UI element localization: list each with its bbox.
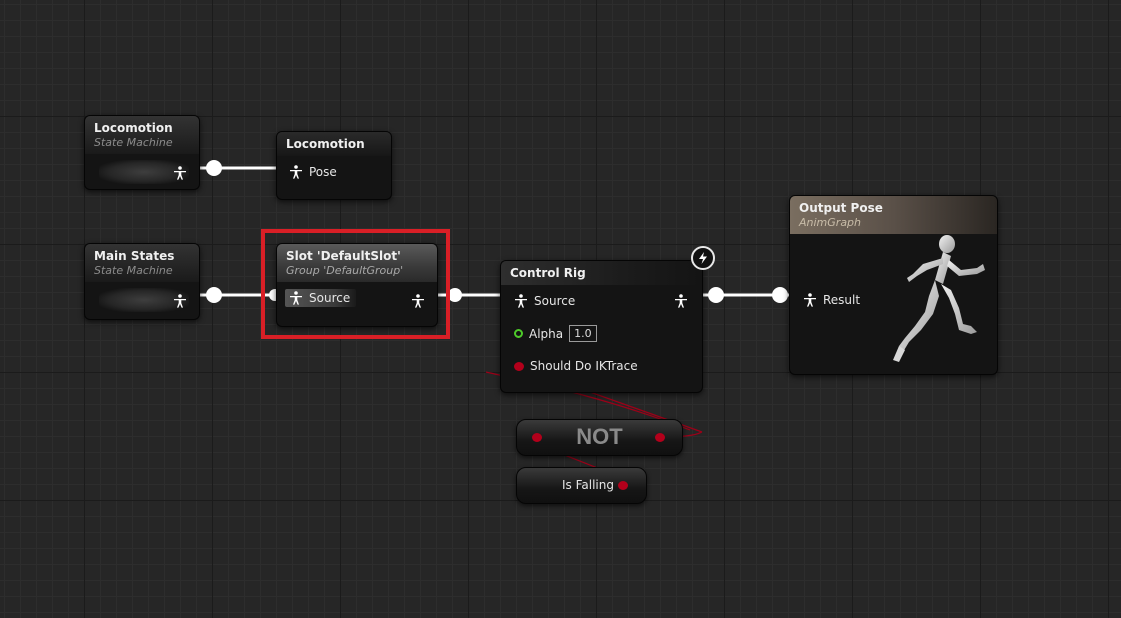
pose-icon[interactable] bbox=[173, 166, 187, 180]
result-input-pin[interactable]: Result bbox=[803, 293, 860, 307]
node-title: Locomotion bbox=[286, 137, 365, 151]
locomotion-pose-node[interactable]: Locomotion Pose bbox=[276, 131, 392, 200]
float-pin-icon bbox=[514, 329, 523, 338]
node-subtitle: State Machine bbox=[94, 264, 173, 277]
pose-icon bbox=[514, 294, 528, 308]
pin-label: Should Do IKTrace bbox=[530, 359, 638, 373]
node-subtitle: AnimGraph bbox=[799, 216, 862, 229]
node-title: Locomotion bbox=[94, 121, 173, 135]
mannequin-preview bbox=[893, 235, 985, 362]
alpha-input-pin[interactable]: Alpha 1.0 bbox=[514, 325, 597, 342]
locomotion-state-machine-node[interactable]: Locomotion State Machine bbox=[84, 115, 200, 190]
alpha-value-field[interactable]: 1.0 bbox=[569, 325, 597, 342]
ik-trace-input-pin[interactable]: Should Do IKTrace bbox=[514, 359, 638, 373]
node-title: Main States bbox=[94, 249, 175, 263]
node-title: Control Rig bbox=[510, 266, 586, 280]
pose-icon[interactable] bbox=[173, 294, 187, 308]
control-rig-node[interactable]: Control Rig Source Alpha 1.0 Should Do I… bbox=[500, 260, 703, 393]
pose-output-icon[interactable] bbox=[674, 294, 688, 308]
node-label: Is Falling bbox=[562, 478, 614, 492]
not-node[interactable]: NOT bbox=[516, 419, 683, 456]
pose-icon bbox=[289, 165, 303, 179]
source-input-pin[interactable]: Source bbox=[514, 294, 575, 308]
main-states-state-machine-node[interactable]: Main States State Machine bbox=[84, 243, 200, 320]
node-title: Output Pose bbox=[799, 201, 883, 215]
pose-icon bbox=[803, 293, 817, 307]
output-pose-node[interactable]: Output Pose AnimGraph Result bbox=[789, 195, 998, 375]
pin-label: Result bbox=[823, 293, 861, 307]
pose-input-pin[interactable]: Pose bbox=[289, 165, 337, 179]
bool-output-pin[interactable] bbox=[655, 433, 665, 442]
pin-label: Pose bbox=[309, 165, 337, 179]
node-subtitle: State Machine bbox=[94, 136, 173, 149]
pin-label: Alpha bbox=[529, 326, 564, 341]
lightning-icon bbox=[691, 246, 715, 270]
bool-output-pin[interactable] bbox=[618, 481, 628, 490]
bool-pin-icon bbox=[514, 361, 524, 371]
selection-highlight bbox=[261, 229, 450, 339]
pin-label: Source bbox=[534, 294, 576, 308]
is-falling-node[interactable]: Is Falling bbox=[516, 467, 647, 504]
